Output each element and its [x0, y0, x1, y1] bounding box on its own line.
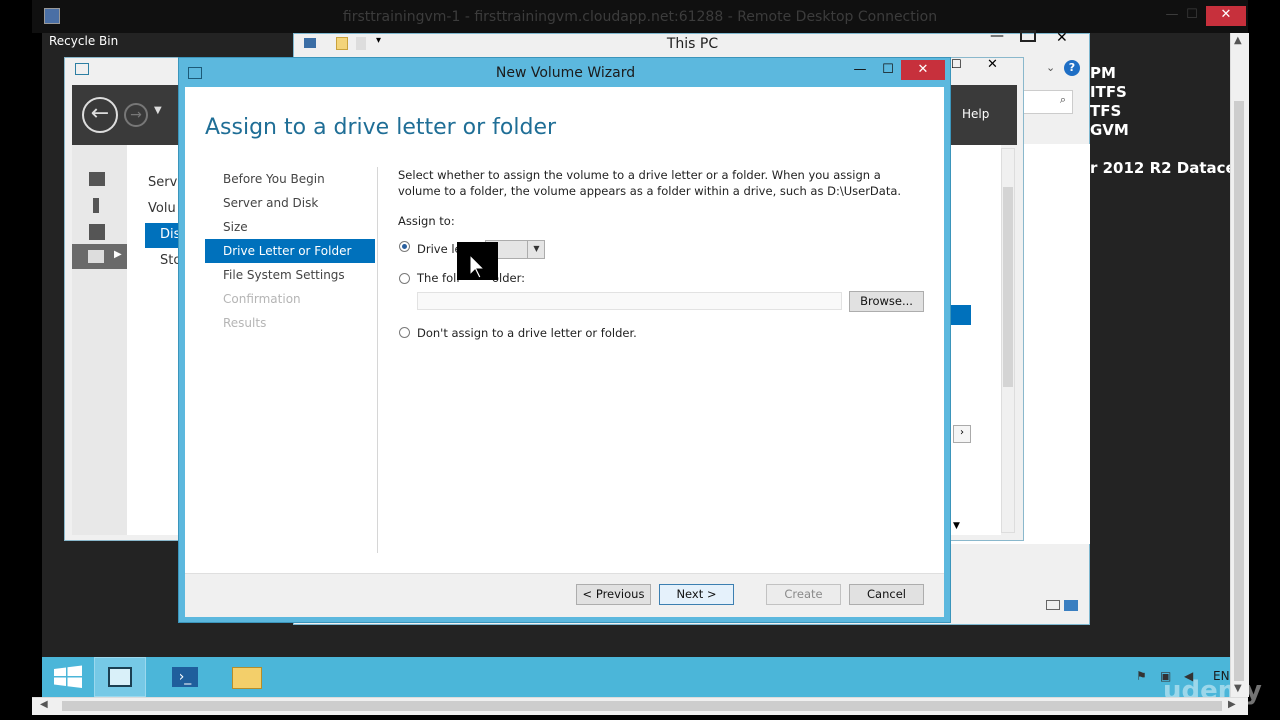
chevron-down-icon[interactable]: ▼	[953, 521, 960, 531]
scroll-right-icon[interactable]: ▶	[1228, 699, 1236, 710]
taskbar-powershell[interactable]: ›_	[158, 657, 210, 697]
scroll-left-icon[interactable]: ◀	[40, 699, 48, 710]
this-pc-close-button[interactable]: ✕	[1056, 30, 1068, 46]
no-assign-radio[interactable]	[399, 327, 410, 338]
help-icon[interactable]: ?	[1064, 60, 1080, 76]
local-server-icon[interactable]	[93, 198, 99, 213]
server-manager-icon	[108, 667, 132, 687]
all-servers-icon[interactable]	[89, 224, 105, 240]
file-storage-icon	[88, 250, 104, 263]
step-drive-letter-or-folder[interactable]: Drive Letter or Folder	[205, 239, 375, 263]
this-pc-minimize-button[interactable]: —	[990, 28, 1014, 44]
assign-description: Select whether to assign the volume to a…	[398, 168, 902, 198]
rdp-vertical-scrollbar[interactable]: ▲ ▼	[1230, 33, 1249, 697]
step-results: Results	[223, 316, 267, 330]
drive-letter-radio[interactable]	[399, 241, 410, 252]
dashboard-icon[interactable]	[89, 172, 105, 186]
server-manager-nav: ▶	[72, 145, 127, 535]
server-manager-scrollbar[interactable]	[1001, 148, 1015, 533]
desktop-os-text: r 2012 R2 Datacen	[1090, 159, 1247, 177]
chevron-right-icon[interactable]: ›	[953, 425, 971, 443]
drive-letter-label[interactable]: Drive le	[417, 242, 462, 256]
step-before-you-begin[interactable]: Before You Begin	[205, 167, 375, 191]
step-server-and-disk[interactable]: Server and Disk	[205, 191, 375, 215]
scrollbar-thumb[interactable]	[1003, 187, 1013, 387]
back-icon[interactable]: ←	[82, 97, 118, 133]
powershell-icon: ›_	[172, 667, 198, 687]
action-center-icon[interactable]: ⚑	[1136, 669, 1147, 683]
recycle-bin-label[interactable]: Recycle Bin	[49, 34, 118, 48]
this-pc-title: This PC	[666, 36, 719, 52]
file-storage-nav[interactable]: ▶	[72, 244, 127, 269]
wizard-close-button[interactable]: ✕	[901, 60, 945, 80]
wizard-minimize-button[interactable]: —	[847, 60, 873, 80]
wizard-maximize-button[interactable]: ☐	[875, 60, 901, 80]
rdp-close-button[interactable]: ✕	[1206, 6, 1246, 26]
next-button[interactable]: Next >	[659, 584, 734, 605]
rdp-horizontal-scrollbar[interactable]: ◀ ▶	[32, 697, 1248, 715]
step-size[interactable]: Size	[205, 215, 375, 239]
taskbar-server-manager[interactable]	[94, 657, 146, 697]
scrollbar-thumb[interactable]	[1234, 101, 1244, 681]
wizard-title: New Volume Wizard	[495, 65, 636, 81]
help-menu[interactable]: Help	[962, 107, 989, 121]
large-icons-view-icon[interactable]	[1064, 600, 1078, 611]
start-button[interactable]	[42, 657, 94, 697]
no-assign-label[interactable]: Don't assign to a drive letter or folder…	[417, 326, 637, 340]
rdp-window-title: firsttrainingvm-1 - firsttrainingvm.clou…	[342, 9, 938, 25]
windows-logo-icon	[54, 665, 82, 688]
folder-option-label[interactable]: The foll	[417, 271, 460, 285]
chevron-down-icon[interactable]: ▼	[527, 240, 545, 259]
folder-icon	[232, 667, 262, 689]
folder-radio[interactable]	[399, 273, 410, 284]
scroll-up-icon[interactable]: ▲	[1234, 35, 1242, 46]
rdp-titlebar: firsttrainingvm-1 - firsttrainingvm.clou…	[32, 0, 1248, 33]
steps-divider	[377, 167, 378, 553]
search-icon: ⌕	[1059, 93, 1066, 106]
folder-path-input[interactable]	[417, 292, 842, 310]
scroll-down-icon[interactable]: ▼	[1234, 683, 1242, 694]
subnav-volumes[interactable]: Volu	[148, 201, 176, 216]
server-manager-close-button[interactable]: ✕	[987, 57, 998, 72]
step-confirmation: Confirmation	[223, 292, 301, 306]
selected-disk-row[interactable]	[951, 305, 971, 325]
scrollbar-thumb[interactable]	[62, 701, 1222, 711]
chevron-down-icon[interactable]: ⌄	[1046, 61, 1055, 74]
pointer-icon	[469, 253, 486, 279]
previous-button[interactable]: < Previous	[576, 584, 651, 605]
server-manager-right-panel: › ▼	[951, 145, 1001, 535]
browse-button[interactable]: Browse...	[849, 291, 924, 312]
mouse-cursor-overlay	[457, 242, 498, 280]
desktop-bginfo-text: PM ITFS TFS GVM	[1090, 64, 1129, 139]
server-manager-maximize-button[interactable]: ☐	[951, 57, 962, 71]
taskbar: ›_ ⚑ ▣ ◀ EN	[42, 657, 1230, 697]
assign-to-label: Assign to:	[398, 214, 455, 228]
forward-icon[interactable]: →	[124, 103, 148, 127]
chevron-right-icon: ▶	[114, 249, 122, 260]
page-title: Assign to a drive letter or folder	[205, 115, 557, 140]
this-pc-maximize-button[interactable]	[1020, 30, 1036, 42]
create-button: Create	[766, 584, 841, 605]
step-file-system-settings[interactable]: File System Settings	[205, 263, 375, 287]
details-view-icon[interactable]	[1046, 600, 1060, 610]
search-box[interactable]: ⌕	[1021, 90, 1073, 114]
history-dropdown-icon[interactable]: ▼	[154, 105, 162, 116]
server-manager-icon	[75, 63, 89, 75]
taskbar-file-explorer[interactable]	[220, 657, 272, 697]
cancel-button[interactable]: Cancel	[849, 584, 924, 605]
